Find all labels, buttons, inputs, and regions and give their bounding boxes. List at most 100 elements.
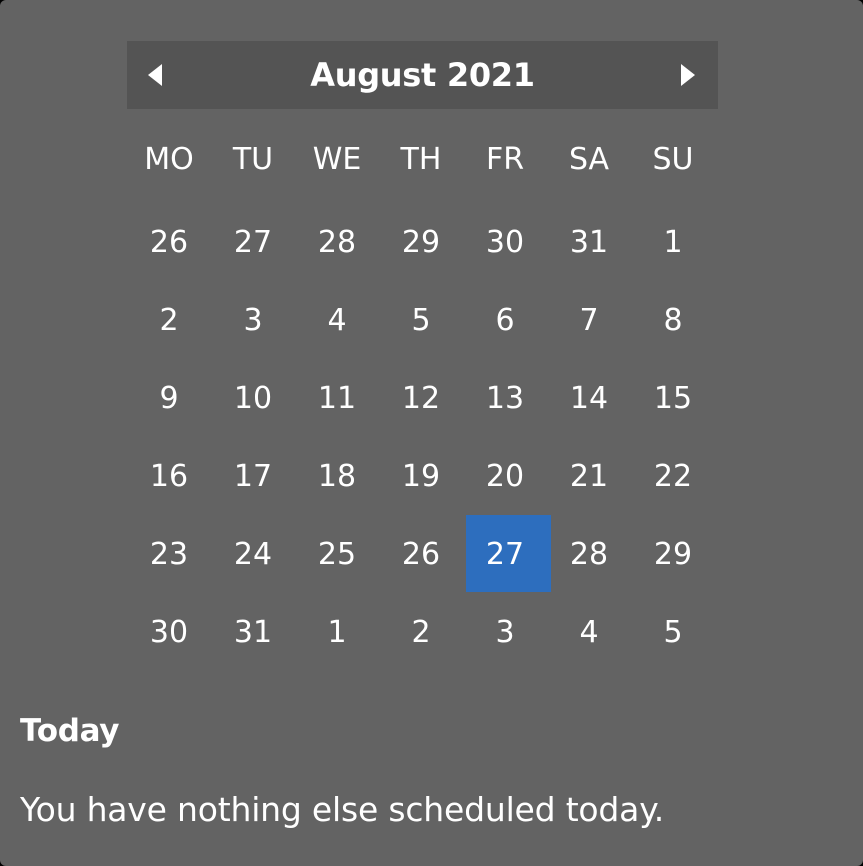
calendar-day[interactable]: 15 bbox=[631, 359, 715, 437]
calendar-day[interactable]: 25 bbox=[295, 515, 379, 593]
day-number: 13 bbox=[485, 380, 525, 416]
calendar-day[interactable]: 30 bbox=[463, 203, 547, 281]
calendar-day[interactable]: 26 bbox=[379, 515, 463, 593]
calendar-day[interactable]: 29 bbox=[631, 515, 715, 593]
calendar-day[interactable]: 17 bbox=[211, 437, 295, 515]
calendar-day[interactable]: 5 bbox=[379, 281, 463, 359]
day-number: 31 bbox=[233, 614, 273, 650]
calendar-day[interactable]: 1 bbox=[631, 203, 715, 281]
day-number: 11 bbox=[317, 380, 357, 416]
day-number: 10 bbox=[233, 380, 273, 416]
day-number: 26 bbox=[149, 224, 189, 260]
calendar-day[interactable]: 18 bbox=[295, 437, 379, 515]
day-number: 31 bbox=[569, 224, 609, 260]
day-number: 8 bbox=[663, 302, 683, 338]
calendar-day[interactable]: 29 bbox=[379, 203, 463, 281]
weekday-label: MO bbox=[144, 142, 194, 177]
calendar-day[interactable]: 23 bbox=[127, 515, 211, 593]
calendar-day[interactable]: 28 bbox=[295, 203, 379, 281]
agenda-empty-message: You have nothing else scheduled today. bbox=[20, 790, 665, 829]
day-number: 18 bbox=[317, 458, 357, 494]
day-number: 30 bbox=[485, 224, 525, 260]
calendar-day[interactable]: 8 bbox=[631, 281, 715, 359]
day-number: 24 bbox=[233, 536, 273, 572]
calendar-day[interactable]: 1 bbox=[295, 593, 379, 671]
calendar-day[interactable]: 2 bbox=[379, 593, 463, 671]
calendar-day[interactable]: 21 bbox=[547, 437, 631, 515]
day-number: 16 bbox=[149, 458, 189, 494]
calendar-day[interactable]: 7 bbox=[547, 281, 631, 359]
calendar-day[interactable]: 28 bbox=[547, 515, 631, 593]
weekday-label: TH bbox=[400, 142, 442, 177]
day-number: 29 bbox=[401, 224, 441, 260]
calendar-day[interactable]: 4 bbox=[295, 281, 379, 359]
day-number: 28 bbox=[317, 224, 357, 260]
month-year-label[interactable]: August 2021 bbox=[187, 41, 658, 109]
calendar-day[interactable]: 10 bbox=[211, 359, 295, 437]
weekday-label: TU bbox=[232, 142, 274, 177]
calendar-day[interactable]: 13 bbox=[463, 359, 547, 437]
day-number: 20 bbox=[485, 458, 525, 494]
day-number: 15 bbox=[653, 380, 693, 416]
calendar-day[interactable]: 2 bbox=[127, 281, 211, 359]
calendar-day[interactable]: 4 bbox=[547, 593, 631, 671]
calendar-day-selected[interactable]: 27 bbox=[463, 515, 551, 593]
day-number: 5 bbox=[663, 614, 683, 650]
day-number: 4 bbox=[327, 302, 347, 338]
calendar-day[interactable]: 24 bbox=[211, 515, 295, 593]
day-number: 3 bbox=[243, 302, 263, 338]
day-number: 30 bbox=[149, 614, 189, 650]
calendar-day[interactable]: 5 bbox=[631, 593, 715, 671]
calendar-day[interactable]: 9 bbox=[127, 359, 211, 437]
calendar-day[interactable]: 30 bbox=[127, 593, 211, 671]
calendar-day[interactable]: 26 bbox=[127, 203, 211, 281]
calendar-day[interactable]: 6 bbox=[463, 281, 547, 359]
calendar-day[interactable]: 16 bbox=[127, 437, 211, 515]
day-number: 1 bbox=[663, 224, 683, 260]
previous-month-button[interactable] bbox=[127, 41, 187, 109]
day-number: 17 bbox=[233, 458, 273, 494]
day-number: 2 bbox=[159, 302, 179, 338]
chevron-right-icon bbox=[681, 64, 695, 86]
calendar-day[interactable]: 19 bbox=[379, 437, 463, 515]
day-number: 2 bbox=[411, 614, 431, 650]
calendar-day-grid: 26 27 28 29 30 31 1 2 3 4 5 6 7 8 9 10 1… bbox=[127, 203, 718, 671]
day-number: 25 bbox=[317, 536, 357, 572]
next-month-button[interactable] bbox=[658, 41, 718, 109]
day-number: 19 bbox=[401, 458, 441, 494]
day-number: 14 bbox=[569, 380, 609, 416]
day-number: 29 bbox=[653, 536, 693, 572]
calendar-day[interactable]: 3 bbox=[211, 281, 295, 359]
day-number: 12 bbox=[401, 380, 441, 416]
calendar-flyout: August 2021 MO TU WE TH FR SA SU 26 27 2… bbox=[0, 0, 863, 866]
calendar-day[interactable]: 20 bbox=[463, 437, 547, 515]
day-number: 27 bbox=[485, 536, 525, 572]
weekday-label: SU bbox=[652, 142, 694, 177]
day-number: 4 bbox=[579, 614, 599, 650]
calendar-day[interactable]: 31 bbox=[547, 203, 631, 281]
day-number: 27 bbox=[233, 224, 273, 260]
calendar-day[interactable]: 12 bbox=[379, 359, 463, 437]
calendar-day[interactable]: 27 bbox=[211, 203, 295, 281]
day-number: 3 bbox=[495, 614, 515, 650]
calendar-day[interactable]: 3 bbox=[463, 593, 547, 671]
day-number: 28 bbox=[569, 536, 609, 572]
day-number: 22 bbox=[653, 458, 693, 494]
weekday-label: SA bbox=[568, 142, 610, 177]
calendar-day[interactable]: 22 bbox=[631, 437, 715, 515]
calendar-day[interactable]: 14 bbox=[547, 359, 631, 437]
weekday-label: WE bbox=[312, 142, 362, 177]
chevron-left-icon bbox=[148, 64, 162, 86]
day-number: 6 bbox=[495, 302, 515, 338]
day-number: 1 bbox=[327, 614, 347, 650]
day-number: 5 bbox=[411, 302, 431, 338]
calendar-day[interactable]: 11 bbox=[295, 359, 379, 437]
weekday-label: FR bbox=[485, 142, 525, 177]
weekday-header-row: MO TU WE TH FR SA SU bbox=[127, 135, 718, 185]
agenda-heading: Today bbox=[20, 713, 120, 749]
calendar-header: August 2021 bbox=[127, 41, 718, 109]
day-number: 26 bbox=[401, 536, 441, 572]
day-number: 21 bbox=[569, 458, 609, 494]
calendar-day[interactable]: 31 bbox=[211, 593, 295, 671]
day-number: 9 bbox=[159, 380, 179, 416]
